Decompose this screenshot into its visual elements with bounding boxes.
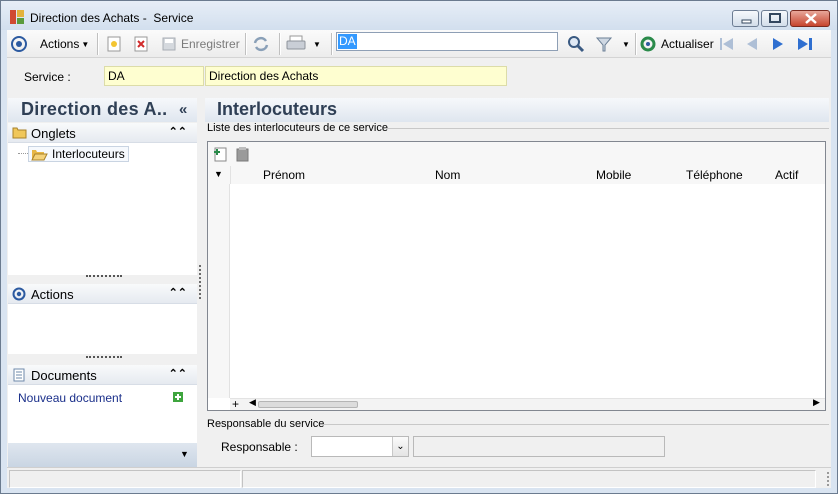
combo-dropdown-icon[interactable]: ⌄: [392, 437, 408, 456]
divider: [324, 424, 829, 425]
close-icon: [805, 13, 817, 24]
new-document-link[interactable]: Nouveau document: [18, 391, 122, 405]
scroll-left-icon[interactable]: ◀: [249, 397, 256, 408]
actions-menu-label: Actions: [40, 37, 80, 51]
status-panel: [242, 470, 816, 488]
column-chooser-icon[interactable]: ▼: [214, 169, 223, 179]
status-panel: [9, 470, 241, 488]
tab-interlocuteurs-label: Interlocuteurs: [52, 147, 125, 161]
status-bar: [7, 467, 831, 488]
main-title: Interlocuteurs: [217, 99, 338, 119]
target-icon[interactable]: [10, 30, 28, 58]
resize-grip[interactable]: [86, 356, 122, 360]
service-name-field[interactable]: Direction des Achats: [205, 66, 507, 86]
save-button[interactable]: Enregistrer: [161, 30, 240, 58]
section-onglets-title: Onglets: [31, 126, 76, 141]
chevron-up-icon[interactable]: ⌃⌃: [169, 286, 187, 299]
column-header-prenom[interactable]: Prénom: [263, 168, 305, 182]
section-onglets-body: Interlocuteurs: [8, 143, 197, 275]
section-onglets-header[interactable]: Onglets ⌃⌃: [8, 123, 197, 143]
tab-interlocuteurs[interactable]: Interlocuteurs: [28, 146, 129, 162]
collapse-panel-icon[interactable]: «: [179, 101, 187, 118]
section-actions-body: [8, 304, 197, 354]
minimize-button[interactable]: [732, 10, 759, 27]
close-button[interactable]: [790, 10, 830, 27]
actions-menu[interactable]: Actions ▼: [40, 30, 89, 58]
new-record-icon[interactable]: [106, 30, 122, 58]
print-icon[interactable]: [286, 30, 306, 58]
responsable-group-label: Responsable du service: [207, 418, 325, 430]
delete-row-icon[interactable]: [234, 146, 250, 162]
chevron-up-icon[interactable]: ⌃⌃: [169, 125, 187, 138]
panel-splitter[interactable]: [199, 265, 202, 299]
search-input-value: DA: [338, 34, 357, 49]
section-actions-title: Actions: [31, 287, 74, 302]
section-documents-header[interactable]: Documents ⌃⌃: [8, 365, 197, 385]
service-label: Service :: [24, 70, 71, 84]
chevron-up-icon[interactable]: ⌃⌃: [169, 367, 187, 380]
column-header-telephone[interactable]: Téléphone: [686, 168, 743, 182]
print-dropdown-icon[interactable]: ▼: [313, 30, 321, 58]
search-icon[interactable]: [567, 30, 585, 58]
filter-icon[interactable]: [595, 30, 613, 58]
maximize-button[interactable]: [761, 10, 788, 27]
responsable-label: Responsable :: [221, 440, 298, 454]
scroll-right-icon[interactable]: ▶: [813, 397, 820, 408]
window-title: Direction des Achats - Service: [30, 11, 194, 25]
responsable-name-field: [413, 436, 665, 457]
divider: [385, 128, 829, 129]
save-label: Enregistrer: [181, 37, 240, 51]
horizontal-scrollbar[interactable]: ◀ ▶: [230, 397, 825, 410]
filter-dropdown-icon[interactable]: ▼: [622, 30, 630, 58]
save-icon: [162, 37, 176, 51]
left-panel-title: Direction des A..: [21, 99, 168, 119]
open-folder-icon: [31, 149, 48, 160]
column-header-nom[interactable]: Nom: [435, 168, 460, 182]
grid-header: ▼ Prénom Nom Mobile Téléphone Actif: [208, 166, 825, 184]
refresh-label: Actualiser: [661, 37, 714, 51]
sync-icon[interactable]: [252, 30, 270, 58]
refresh-button[interactable]: Actualiser: [639, 30, 714, 58]
column-header-mobile[interactable]: Mobile: [596, 168, 631, 182]
grid-toolbar: [208, 142, 825, 166]
add-document-icon[interactable]: [173, 392, 183, 402]
add-row-icon[interactable]: [212, 146, 228, 162]
app-icon: [9, 9, 25, 25]
refresh-icon: [640, 36, 656, 52]
section-documents-title: Documents: [31, 368, 97, 383]
previous-record-icon[interactable]: [744, 30, 760, 58]
delete-icon[interactable]: [133, 30, 149, 58]
folder-icon: [12, 127, 27, 139]
column-header-actif[interactable]: Actif: [775, 168, 798, 182]
service-code-field[interactable]: DA: [104, 66, 204, 86]
section-documents-body: Nouveau document: [8, 385, 197, 443]
last-record-icon[interactable]: [796, 30, 814, 58]
chevron-down-icon[interactable]: ▼: [180, 449, 189, 459]
first-record-icon[interactable]: [718, 30, 736, 58]
grid-row-header: [208, 184, 230, 398]
chevron-down-icon: ▼: [81, 39, 90, 49]
resize-grip[interactable]: [817, 472, 829, 486]
target-icon: [12, 287, 26, 301]
left-panel-footer: ▼: [8, 443, 197, 467]
section-actions-header[interactable]: Actions ⌃⌃: [8, 284, 197, 304]
search-input[interactable]: DA: [336, 32, 558, 51]
add-row-button[interactable]: +: [232, 397, 239, 411]
next-record-icon[interactable]: [770, 30, 786, 58]
scrollbar-thumb[interactable]: [258, 401, 358, 408]
interlocuteurs-group-label: Liste des interlocuteurs de ce service: [207, 122, 388, 134]
maximize-icon: [769, 13, 781, 23]
document-icon: [13, 368, 25, 382]
minimize-icon: [741, 19, 752, 24]
resize-grip[interactable]: [86, 275, 122, 279]
